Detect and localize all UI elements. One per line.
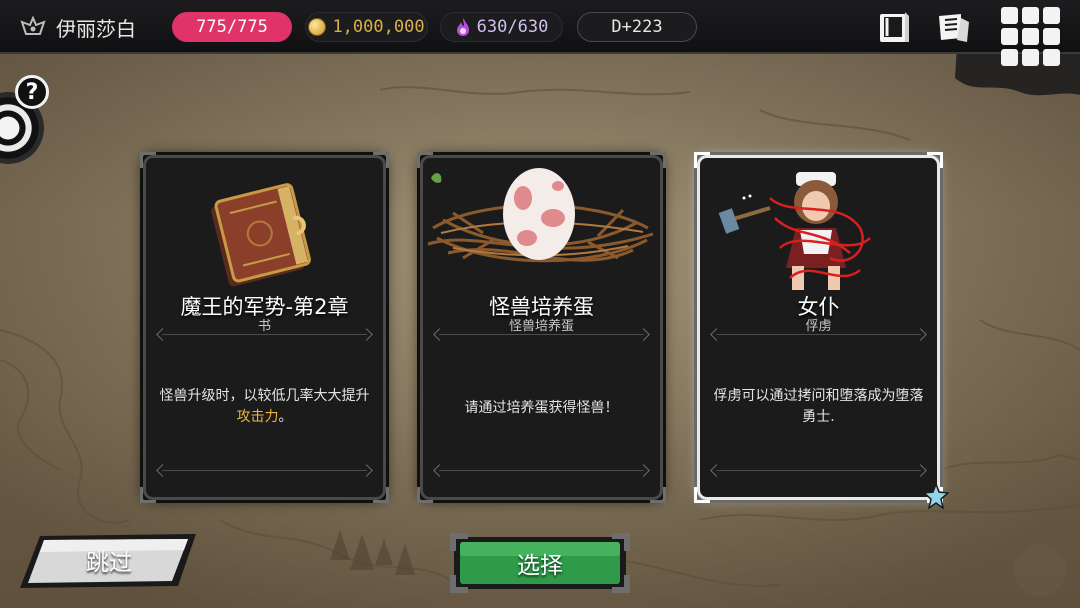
help-icon: ?: [25, 79, 39, 105]
card-subtitle: 书: [257, 319, 271, 334]
card-divider: [716, 334, 921, 342]
card-description: 俘虏可以通过拷问和堕落成为堕落勇士.: [712, 386, 925, 428]
scroll-icon[interactable]: [935, 8, 973, 46]
skip-button[interactable]: 跳过: [18, 530, 200, 590]
card-desc-tail: 。: [278, 409, 293, 425]
reward-card-book[interactable]: 魔王的军势-第2章 书 怪兽升级时，以较低几率大大提升攻击力。: [140, 152, 389, 503]
reward-card-egg[interactable]: 怪兽培养蛋 怪兽培养蛋 请通过培养蛋获得怪兽！: [417, 152, 666, 503]
card-description: 怪兽升级时，以较低几率大大提升攻击力。: [158, 386, 371, 428]
card-description: 请通过培养蛋获得怪兽！: [435, 398, 648, 419]
skip-label: 跳过: [86, 550, 132, 576]
book-icon[interactable]: [875, 8, 913, 46]
card-desc-text: 怪兽升级时，以较低几率大大提升: [159, 388, 370, 404]
card-subtitle: 怪兽培养蛋: [508, 319, 574, 334]
card-divider: [162, 470, 367, 478]
maid-captive-icon: [718, 172, 871, 290]
day-value: D+223: [611, 17, 663, 37]
grid-menu-icon[interactable]: [998, 4, 1064, 70]
card-divider: [439, 470, 644, 478]
card-desc-highlight: 攻击力: [236, 409, 279, 425]
choose-label: 选择: [517, 553, 563, 579]
choose-button[interactable]: 选择: [450, 533, 630, 593]
book-icon: [211, 183, 311, 287]
hp-value: 775/775: [196, 17, 268, 37]
gold-pill: 1,000,000: [305, 12, 428, 42]
game-screen: 伊丽莎白 775/775 1,000,000 630/630 D+223 ? 魔…: [0, 0, 1080, 608]
card-divider: [439, 334, 644, 342]
crown-emblem-icon: [20, 16, 46, 35]
gold-value: 1,000,000: [332, 17, 425, 37]
day-counter: D+223: [577, 12, 697, 42]
coin-icon: [308, 18, 327, 36]
purple-flame-icon: [456, 18, 469, 36]
help-button[interactable]: ?: [15, 75, 49, 109]
card-desc-text: 俘虏可以通过拷问和堕落成为堕落勇士.: [713, 388, 924, 425]
mana-value: 630/630: [476, 17, 549, 37]
star-icon: [923, 483, 949, 509]
reward-card-maid[interactable]: 女仆 俘虏 俘虏可以通过拷问和堕落成为堕落勇士.: [694, 152, 949, 509]
card-desc-text: 请通过培养蛋获得怪兽！: [464, 400, 619, 416]
player-info: 伊丽莎白: [20, 10, 136, 44]
top-status-bar: 伊丽莎白 775/775 1,000,000 630/630 D+223: [0, 0, 1080, 66]
card-subtitle: 俘虏: [805, 319, 832, 334]
player-name: 伊丽莎白: [56, 16, 136, 41]
card-divider: [716, 470, 921, 478]
mana-pill: 630/630: [440, 12, 563, 42]
egg-nest-icon: [427, 168, 654, 263]
card-divider: [162, 334, 367, 342]
hp-pill: 775/775: [172, 12, 292, 42]
